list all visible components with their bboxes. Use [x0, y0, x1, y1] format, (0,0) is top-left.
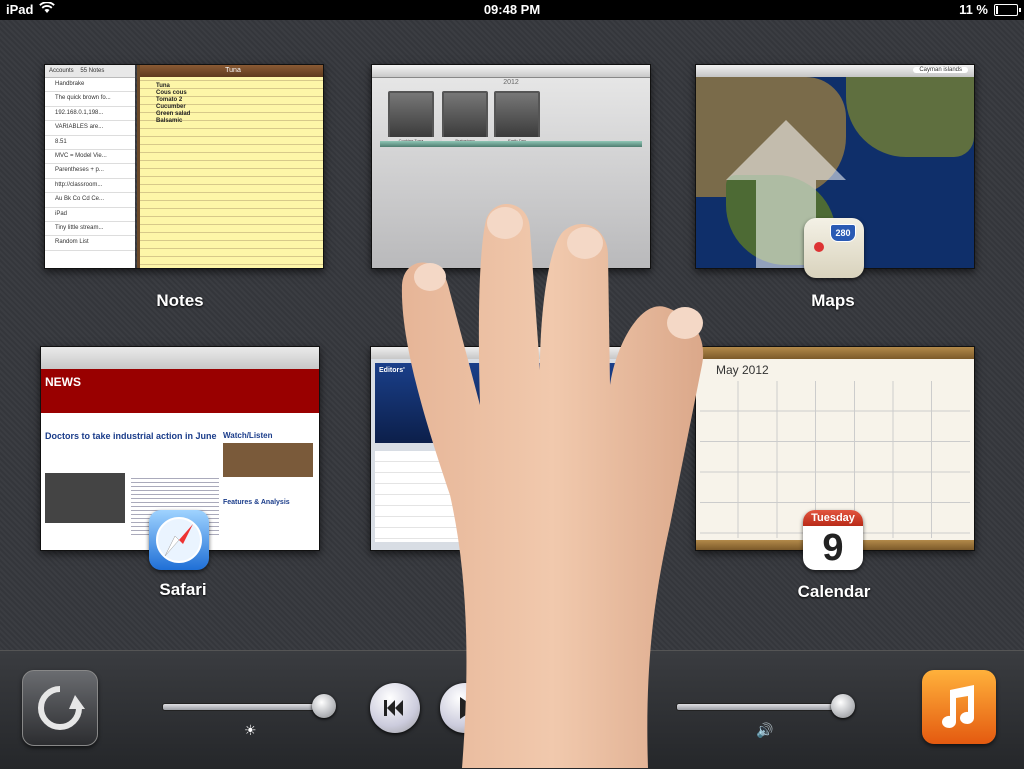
note-list-item: MVC = Model Vie... [45, 150, 135, 165]
note-list-item: http://classroom... [45, 179, 135, 194]
music-app-button[interactable] [922, 670, 996, 744]
note-list-item: Handbrake [45, 78, 135, 93]
photos-toolbar [372, 65, 650, 78]
note-list-item: 192.168.0.1,198... [45, 107, 135, 122]
calendar-month: May 2012 [716, 363, 769, 377]
clock: 09:48 PM [483, 2, 541, 17]
news-logo: NEWS [45, 375, 81, 389]
note-list-item: VARIABLES are... [45, 121, 135, 136]
photo-shelf [380, 141, 642, 147]
volume-slider-knob[interactable] [830, 694, 855, 718]
note-title: Tuna [140, 65, 323, 77]
watch-listen-heading: Watch/Listen [223, 431, 273, 440]
note-list-item: Random List [45, 236, 135, 251]
calendar-day-number: 9 [822, 527, 844, 569]
note-line: Balsamic [156, 118, 183, 124]
rotation-lock-button[interactable] [22, 670, 98, 746]
calendar-toolbar [696, 347, 974, 359]
highway-badge: 280 [830, 224, 856, 242]
calendar-label: Calendar [797, 582, 871, 601]
brightness-icon: ☀ [244, 722, 257, 738]
maps-label: Maps [811, 291, 855, 310]
album-tile: Brainstorm [442, 91, 488, 145]
news-image [45, 473, 125, 523]
battery-percent: 11 % [959, 2, 988, 17]
maps-search-field: Cayman islands [913, 67, 968, 73]
note-list-item: Au Bk Co Cd Ce... [45, 193, 135, 208]
notes-label: Notes [156, 291, 204, 310]
notes-list: Accounts 55 Notes Handbrake The quick bro… [45, 65, 135, 268]
note-list-item: Parentheses + p... [45, 164, 135, 179]
note-page: Tuna Tuna Cous cous Tomato 2 Cucumber Green … [137, 65, 323, 268]
calendar-day-name: Tuesday [803, 510, 863, 526]
news-headline: Doctors to take industrial action in Jun… [45, 431, 217, 441]
battery-icon [994, 3, 1021, 16]
bbc-header: NEWS [41, 369, 319, 413]
rotation-lock-icon [38, 686, 85, 730]
note-list-item: The quick brown fo... [45, 92, 135, 107]
note-line: Cous cous [156, 90, 187, 96]
safari-label: Safari [159, 580, 207, 599]
news-image [223, 443, 313, 477]
notes-app-card[interactable]: Accounts 55 Notes Handbrake The quick bro… [44, 64, 324, 269]
note-list-item: 8.51 [45, 136, 135, 150]
brightness-slider-knob[interactable] [311, 694, 336, 718]
album-tile: Earth Day [494, 91, 540, 145]
map-land [846, 77, 974, 157]
hand-gesture-image [401, 203, 704, 768]
album-tile: Cooking Tuna [388, 91, 434, 145]
status-bar: iPad 09:48 PM 11 % [0, 0, 1024, 20]
note-list-item: Tiny little stream... [45, 222, 135, 237]
maps-toolbar: Cayman islands [696, 65, 974, 77]
note-line: Cucumber [156, 104, 186, 110]
note-body: Tuna Cous cous Tomato 2 Cucumber Green salad… [140, 77, 323, 131]
photos-year: 2012 [503, 79, 519, 86]
safari-toolbar [41, 347, 319, 370]
features-heading: Features & Analysis [223, 499, 290, 506]
note-line: Tuna [156, 83, 170, 89]
note-line: Tomato 2 [156, 97, 183, 103]
music-note-icon [942, 685, 974, 728]
calendar-icon[interactable]: Tuesday 9 [803, 510, 863, 570]
pin-icon [814, 242, 824, 252]
compass-icon [156, 517, 202, 563]
safari-icon[interactable] [149, 510, 209, 570]
volume-icon: 🔊 [756, 722, 774, 738]
note-line: Green salad [156, 111, 191, 117]
maps-icon[interactable]: 280 [804, 218, 864, 278]
notes-list-header: Accounts 55 Notes [45, 65, 135, 78]
note-list-item: iPad [45, 208, 135, 222]
brightness-slider[interactable] [162, 703, 334, 711]
